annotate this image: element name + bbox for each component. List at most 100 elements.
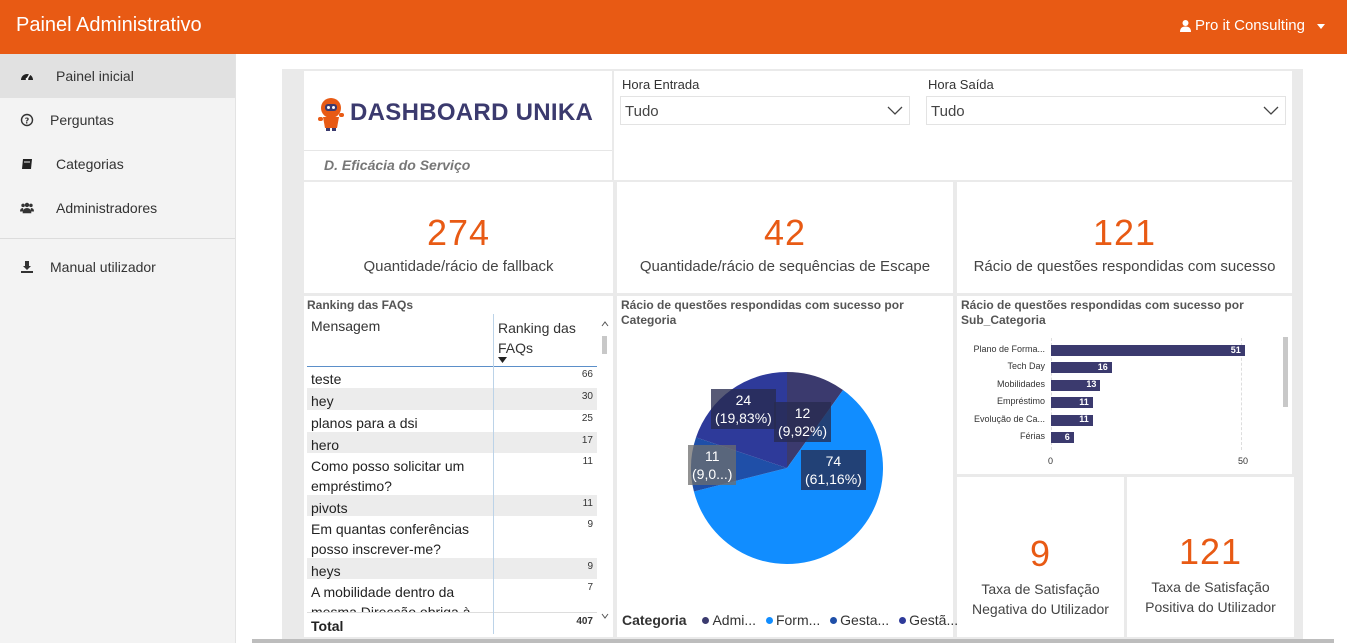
hora-saida-dropdown[interactable]: Tudo (926, 96, 1286, 125)
sidebar-item-categorias[interactable]: Categorias (0, 142, 235, 186)
user-menu[interactable]: Pro it Consulting (1179, 17, 1325, 34)
ranking-title: Ranking das FAQs (307, 298, 414, 312)
table-row[interactable]: heys 9 (307, 558, 597, 579)
brand-title[interactable]: Painel Administrativo (16, 14, 202, 37)
bar-value-label: 11 (1079, 414, 1089, 425)
row-message: teste (311, 371, 342, 387)
table-row[interactable]: A mobilidade dentro da mesma Direcção ob… (307, 579, 597, 612)
total-value: 407 (576, 616, 593, 627)
legend-dot (702, 617, 710, 625)
kpi-label: Quantidade/rácio de sequências de Escape (639, 258, 931, 275)
bar-category-label: Férias (1019, 431, 1045, 441)
row-count: 25 (581, 413, 593, 424)
scrollbar-thumb[interactable] (602, 336, 607, 354)
row-count: 17 (581, 435, 593, 446)
kpi-value: 121 (1092, 212, 1157, 253)
sidebar-item-manual-utilizador[interactable]: Manual utilizador (0, 245, 235, 289)
kpi-tile-sucesso: 121 Rácio de questões respondidas com su… (957, 182, 1292, 293)
bar-value-label: 16 (1097, 361, 1108, 372)
sidebar-item-administradores[interactable]: Administradores (0, 186, 235, 230)
sidebar-item-label: Manual utilizador (50, 259, 156, 275)
row-message: planos para a dsi (311, 415, 418, 431)
kpi-value: 121 (1178, 531, 1243, 572)
satisfaction-negative-tile: 9 Taxa de Satisfação Negativa do Utilizad… (957, 477, 1124, 637)
sidebar-item-label: Painel inicial (56, 68, 134, 84)
axis-tick-label: 0 (1048, 456, 1054, 466)
chevron-down-icon (1263, 106, 1279, 115)
bar-category-label: Evolução de Ca... (973, 413, 1045, 424)
sidebar-divider (0, 238, 235, 239)
table-row[interactable]: pivots 11 (307, 495, 597, 516)
bar-category-label: Tech Day (1007, 361, 1045, 372)
slice-label: 11 (9,0...) (688, 445, 737, 485)
bar-value-label: 13 (1086, 379, 1097, 390)
legend-item[interactable]: Admi... (712, 612, 756, 628)
bar-chart-title: Rácio de questões respondidas com sucess… (961, 298, 1244, 327)
slice-label: 12 (9,92%) (774, 402, 832, 442)
row-count: 9 (587, 561, 593, 572)
users-icon (20, 202, 34, 214)
row-message: A mobilidade dentro da mesma Direcção ob… (311, 584, 471, 612)
hora-entrada-dropdown[interactable]: Tudo (620, 96, 910, 125)
horizontal-scrollbar[interactable] (252, 639, 1334, 643)
legend-title: Categoria (622, 612, 687, 628)
dropdown-value: Tudo (931, 103, 965, 120)
sidebar: Painel inicial ? Perguntas Categorias Ad… (0, 54, 236, 643)
row-count: 11 (582, 456, 593, 467)
sidebar-item-label: Categorias (56, 156, 124, 172)
kpi-label: Rácio de questões respondidas com sucess… (973, 258, 1276, 275)
legend-item[interactable]: Gestã... (909, 612, 958, 628)
table-row[interactable]: teste 66 (307, 366, 597, 388)
table-row[interactable]: Em quantas conferências posso inscrever-… (307, 516, 597, 558)
row-count: 9 (587, 519, 593, 530)
robot-logo-icon (318, 98, 344, 131)
pie-legend: Categoria Admi... Form... Gesta... Gestã… (622, 612, 958, 628)
pie-chart (691, 372, 883, 564)
row-count: 66 (581, 369, 593, 380)
sidebar-item-painel-inicial[interactable]: Painel inicial (0, 54, 235, 98)
download-icon (21, 261, 33, 273)
filter-label-hora-entrada: Hora Entrada (622, 77, 700, 92)
sidebar-item-perguntas[interactable]: ? Perguntas (0, 98, 235, 142)
user-icon (1179, 19, 1191, 32)
legend-item[interactable]: Form... (776, 612, 820, 628)
sort-desc-icon (498, 357, 507, 363)
bar-value-label: 6 (1064, 431, 1070, 442)
row-message: hero (311, 437, 340, 453)
axis-tick-label: 50 (1238, 456, 1249, 466)
kpi-label: Quantidade/rácio de fallback (363, 258, 554, 275)
column-header-ranking[interactable]: Ranking das FAQs (498, 318, 588, 358)
scroll-down-icon[interactable] (601, 612, 609, 620)
satisfaction-positive-tile: 121 Taxa de Satisfação Positiva do Utiliz… (1127, 477, 1294, 637)
bar-category-label: Plano de Forma... (973, 344, 1045, 354)
kpi-value: 42 (763, 212, 807, 253)
bar-chart-scrollbar[interactable] (1283, 337, 1288, 407)
chevron-down-icon (887, 106, 903, 115)
row-count: 7 (587, 582, 593, 593)
table-row[interactable]: hero 17 (307, 432, 597, 453)
bar-0[interactable] (1051, 345, 1245, 356)
sidebar-item-label: Perguntas (50, 112, 114, 128)
table-row[interactable]: planos para a dsi 25 (307, 410, 597, 432)
filter-label-hora-saida: Hora Saída (928, 77, 994, 92)
kpi-tile-fallback: 274 Quantidade/rácio de fallback (304, 182, 613, 293)
row-message: hey (311, 393, 334, 409)
legend-item[interactable]: Gesta... (840, 612, 889, 628)
slice-label: 24 (19,83%) (711, 389, 776, 429)
legend-dot (765, 617, 773, 625)
legend-dot (830, 617, 838, 625)
table-total-row: Total 407 (307, 612, 597, 634)
dropdown-value: Tudo (625, 103, 659, 120)
row-message: heys (311, 563, 341, 579)
divider (304, 150, 612, 151)
kpi-label: Taxa de Satisfação Positiva do Utilizador (1145, 579, 1276, 615)
column-header-mensagem[interactable]: Mensagem (311, 318, 380, 334)
bar-category-label: Mobilidades (996, 378, 1045, 389)
table-row[interactable]: hey 30 (307, 388, 597, 410)
scroll-up-icon[interactable] (601, 320, 609, 328)
top-navbar: Painel Administrativo Pro it Consulting (0, 0, 1347, 54)
slice-label: 74 (61,16%) (801, 450, 866, 490)
table-row[interactable]: Como posso solicitar um empréstimo? 11 (307, 453, 597, 495)
caret-down-icon (1317, 23, 1325, 29)
row-message: pivots (311, 500, 348, 516)
